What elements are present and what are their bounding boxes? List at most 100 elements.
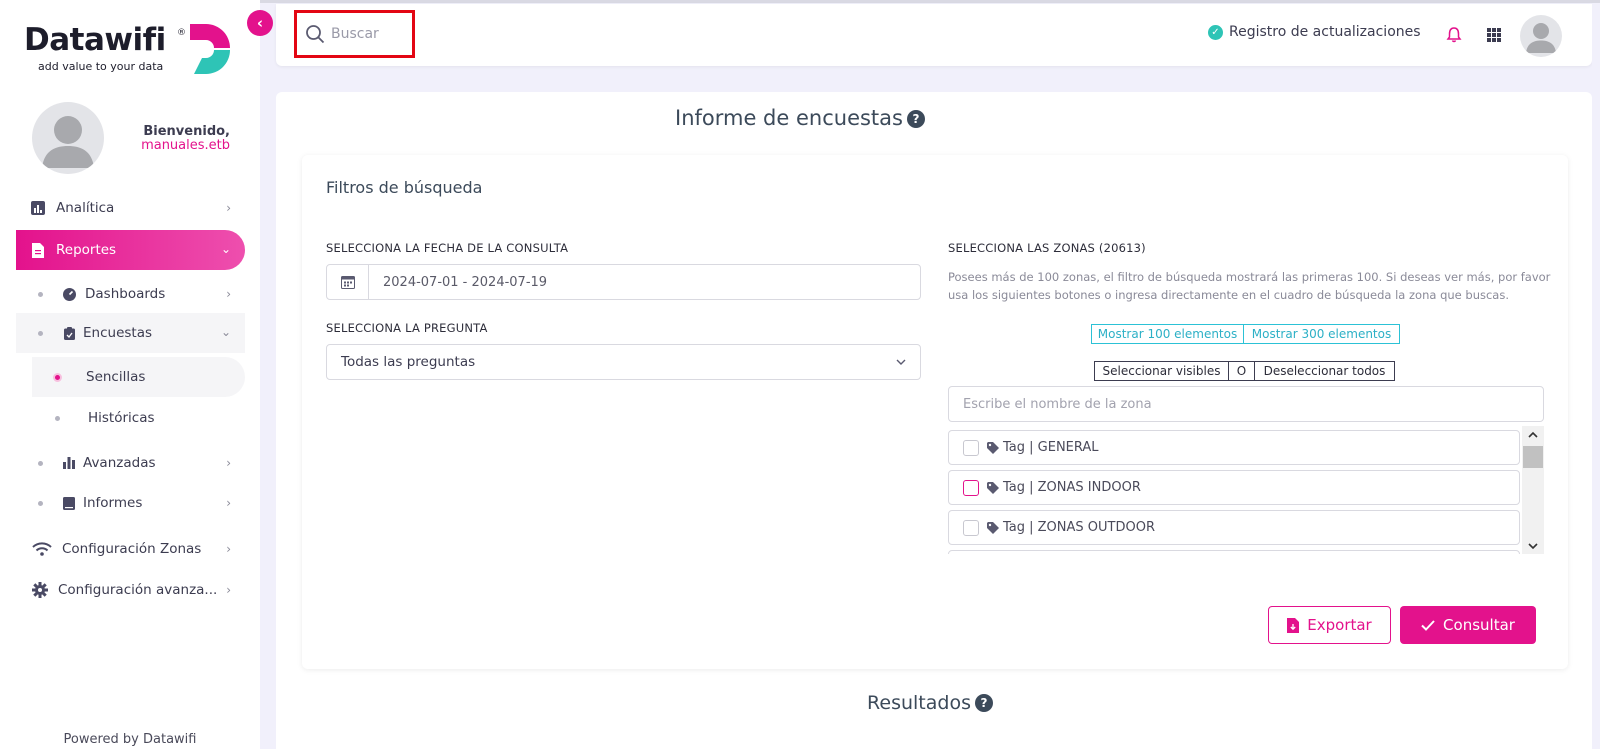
date-label: SELECCIONA LA FECHA DE LA CONSULTA [326, 241, 569, 255]
chevron-left-icon: ‹ [256, 14, 264, 32]
powered-by: Powered by Datawifi [63, 732, 197, 747]
zone-item[interactable]: Tag | ZONAS OUTDOOR [948, 510, 1520, 545]
zone-checkbox[interactable] [963, 479, 979, 496]
bullet-dot [38, 500, 43, 506]
page-title: Informe de encuestas? [0, 106, 1600, 130]
sidebar-item-avanzadas[interactable]: Avanzadas › [38, 443, 245, 483]
select-visible-button[interactable]: Seleccionar visibles [1094, 361, 1229, 381]
help-icon[interactable]: ? [974, 694, 993, 712]
bullet-dot [38, 460, 43, 466]
chevron-down-icon [896, 359, 906, 365]
wifi-icon [32, 541, 52, 557]
bullet-dot [38, 330, 43, 336]
user-name: manuales.etb [141, 138, 230, 153]
zone-list-scrollbar[interactable] [1522, 426, 1544, 554]
zone-item[interactable]: Tag | GENERAL [948, 430, 1520, 465]
question-select[interactable]: Todas las preguntas [326, 344, 921, 380]
bar-chart-icon [30, 200, 46, 216]
zone-list: Tag | GENERAL Tag | ZONAS INDOOR Tag | Z… [948, 426, 1544, 554]
zone-item-label: Tag | GENERAL [1003, 440, 1099, 455]
gauge-icon [61, 286, 77, 302]
zone-checkbox[interactable] [963, 519, 979, 536]
sidebar-item-label: Encuestas [83, 325, 153, 341]
apps-grid-icon[interactable] [1487, 28, 1501, 42]
tag-icon [987, 441, 999, 454]
sidebar-item-encuestas[interactable]: Encuestas ⌄ [38, 313, 245, 353]
bullet-dot [55, 415, 60, 421]
date-range-picker[interactable]: 2024-07-01 - 2024-07-19 [326, 264, 921, 300]
chevron-down-icon: ⌄ [220, 325, 231, 339]
check-circle-icon: ✓ [1208, 24, 1223, 40]
export-label: Exportar [1307, 616, 1372, 634]
sidebar-item-label: Históricas [88, 410, 155, 426]
zone-item[interactable]: Tag | ZONAS INDOOR [948, 470, 1520, 505]
active-dot [53, 372, 62, 382]
sidebar-item-label: Reportes [56, 242, 117, 258]
clipboard-icon [61, 325, 77, 341]
header-avatar[interactable] [1520, 15, 1562, 57]
document-icon [30, 242, 46, 258]
query-button[interactable]: Consultar [1400, 606, 1536, 644]
bell-icon[interactable] [1446, 26, 1462, 44]
bullet-dot [38, 291, 43, 297]
sidebar-item-configuracion-zonas[interactable]: Configuración Zonas › [32, 529, 245, 569]
question-select-value: Todas las preguntas [341, 354, 476, 370]
zones-label: SELECCIONA LAS ZONAS (20613) [948, 241, 1146, 255]
page-title-text: Informe de encuestas [675, 106, 903, 130]
zone-item-label: Tag | ZONAS OUTDOOR [1003, 520, 1155, 535]
sidebar-item-label: Sencillas [86, 369, 146, 385]
updates-log-label: Registro de actualizaciones [1229, 24, 1421, 40]
scroll-down-icon[interactable] [1522, 538, 1544, 554]
calendar-icon [327, 265, 369, 299]
collapse-sidebar-button[interactable]: ‹ [247, 10, 273, 36]
chevron-right-icon: › [226, 456, 231, 470]
sidebar-item-sencillas[interactable]: Sencillas [53, 357, 245, 397]
sidebar-item-label: Informes [83, 495, 143, 511]
show-100-button[interactable]: Mostrar 100 elementos [1091, 324, 1244, 344]
brand-tagline: add value to your data [38, 60, 164, 73]
question-label: SELECCIONA LA PREGUNTA [326, 321, 488, 335]
export-button[interactable]: Exportar [1268, 606, 1391, 644]
zone-item-label: Tag | ZONAS INDOOR [1003, 480, 1141, 495]
bar-chart-icon [61, 455, 77, 471]
zones-description: Posees más de 100 zonas, el filtro de bú… [948, 270, 1551, 302]
logo-mark-icon [190, 24, 230, 74]
chevron-right-icon: › [226, 287, 231, 301]
zone-search-input[interactable] [948, 386, 1544, 422]
search-input[interactable] [331, 26, 411, 42]
sidebar-item-label: Analítica [56, 200, 115, 216]
search-icon [306, 25, 325, 44]
sidebar-item-reportes[interactable]: Reportes ⌄ [16, 230, 245, 270]
tag-icon [987, 481, 999, 494]
sidebar-item-analitica[interactable]: Analítica › [30, 188, 245, 228]
zone-checkbox[interactable] [963, 439, 979, 456]
or-separator: O [1228, 361, 1255, 381]
chevron-right-icon: › [226, 201, 231, 215]
date-range-value: 2024-07-01 - 2024-07-19 [383, 274, 548, 290]
zone-item[interactable] [948, 550, 1520, 554]
sidebar-item-label: Dashboards [85, 286, 166, 302]
file-download-icon [1287, 617, 1300, 633]
chevron-right-icon: › [226, 542, 231, 556]
sidebar-item-dashboards[interactable]: Dashboards › [38, 274, 245, 314]
search-box[interactable] [294, 10, 415, 58]
results-title-text: Resultados [867, 692, 971, 714]
query-label: Consultar [1443, 616, 1515, 634]
chevron-right-icon: › [226, 496, 231, 510]
sidebar-item-historicas[interactable]: Históricas [55, 398, 245, 438]
help-icon[interactable]: ? [906, 110, 925, 128]
page-scroll-track [1592, 4, 1600, 749]
sidebar-item-configuracion-avanzada[interactable]: Configuración avanza... › [32, 570, 245, 610]
brand-logo[interactable]: Datawifi ® add value to your data [24, 22, 244, 82]
sidebar-item-label: Configuración Zonas [62, 541, 202, 557]
deselect-all-button[interactable]: Deseleccionar todos [1254, 361, 1395, 381]
check-icon [1421, 619, 1435, 631]
scroll-up-icon[interactable] [1522, 426, 1544, 442]
chevron-right-icon: › [226, 583, 231, 597]
show-300-button[interactable]: Mostrar 300 elementos [1243, 324, 1400, 344]
scrollbar-thumb[interactable] [1523, 446, 1543, 468]
updates-log-link[interactable]: ✓ Registro de actualizaciones [1208, 24, 1421, 40]
gear-icon [32, 582, 48, 598]
book-icon [61, 495, 77, 511]
sidebar-item-informes[interactable]: Informes › [38, 483, 245, 523]
